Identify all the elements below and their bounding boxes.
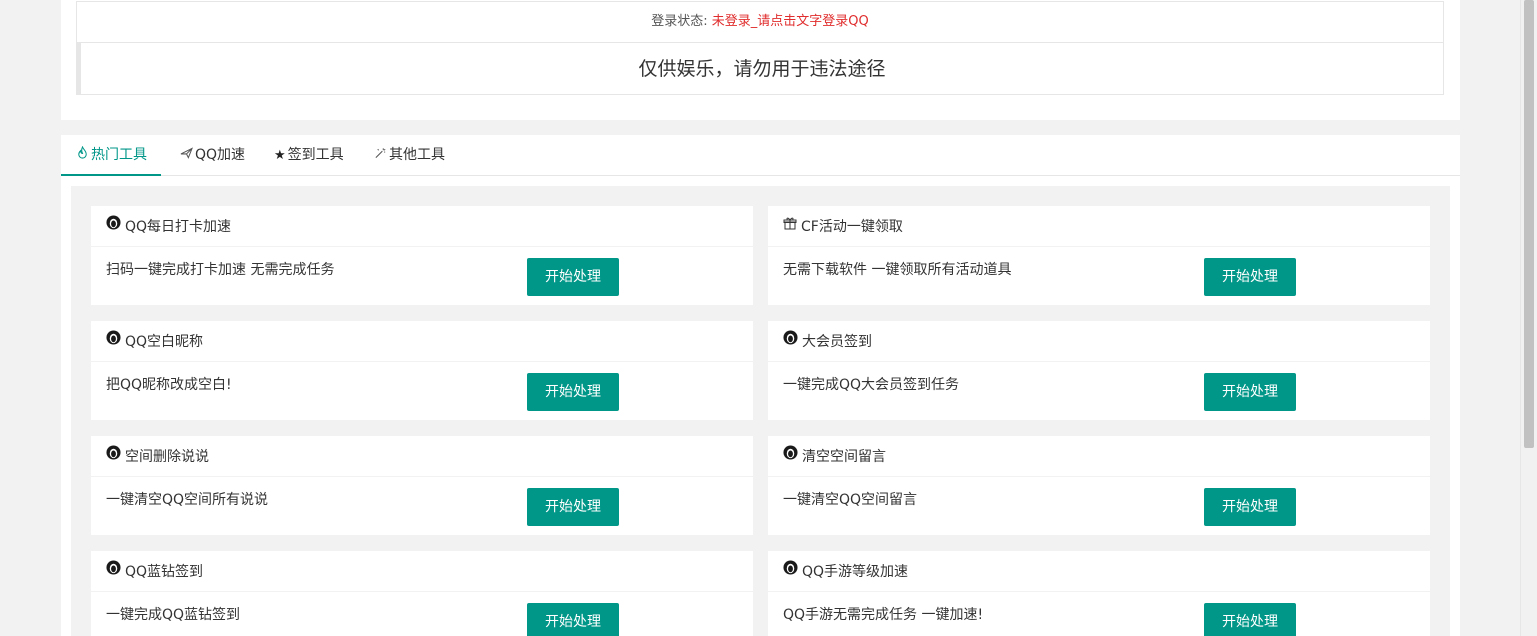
tab-label: 其他工具	[389, 147, 445, 163]
qq-penguin-icon	[106, 435, 121, 477]
card-description: 一键完成QQ大会员签到任务	[783, 377, 960, 393]
vertical-scrollbar[interactable]	[1520, 0, 1537, 636]
card-title-text: 空间删除说说	[125, 449, 209, 465]
tab-label: QQ加速	[195, 147, 246, 163]
qq-penguin-icon	[106, 550, 121, 592]
scrollbar-thumb[interactable]	[1524, 0, 1534, 448]
card-title-text: CF活动一键领取	[801, 219, 903, 235]
tools-panel: 热门工具 QQ加速 ★ 签到工具 其他工具 QQ每日打卡加速 扫码一键完成打卡加…	[61, 135, 1460, 636]
fire-icon	[76, 135, 89, 175]
card-description: 一键清空QQ空间留言	[783, 492, 918, 508]
tool-card: 大会员签到 一键完成QQ大会员签到任务 开始处理	[768, 321, 1430, 420]
card-title: QQ手游等级加速	[768, 551, 1430, 592]
tool-card: 空间删除说说 一键清空QQ空间所有说说 开始处理	[91, 436, 753, 535]
status-box: 登录状态: 未登录_请点击文字登录QQ 仅供娱乐，请勿用于违法途径	[76, 1, 1444, 95]
page: 登录状态: 未登录_请点击文字登录QQ 仅供娱乐，请勿用于违法途径 热门工具 Q…	[0, 0, 1537, 636]
login-status-label: 登录状态:	[651, 14, 712, 29]
qq-penguin-icon	[783, 435, 798, 477]
tool-card: QQ手游等级加速 QQ手游无需完成任务 一键加速! 开始处理	[768, 551, 1430, 636]
tool-card: CF活动一键领取 无需下载软件 一键领取所有活动道具 开始处理	[768, 206, 1430, 305]
tab-signin-tools[interactable]: ★ 签到工具	[274, 135, 344, 175]
card-title: QQ空白昵称	[91, 321, 753, 362]
card-body: 无需下载软件 一键领取所有活动道具 开始处理	[768, 247, 1430, 305]
tool-card: QQ蓝钻签到 一键完成QQ蓝钻签到 开始处理	[91, 551, 753, 636]
star-icon: ★	[274, 148, 286, 163]
card-title: 清空空间留言	[768, 436, 1430, 477]
card-title-text: QQ每日打卡加速	[125, 219, 232, 235]
card-body: 把QQ昵称改成空白! 开始处理	[91, 362, 753, 420]
card-title-text: 大会员签到	[802, 334, 872, 350]
card-title-text: QQ手游等级加速	[802, 564, 909, 580]
card-title-text: QQ空白昵称	[125, 334, 204, 350]
card-body: QQ手游无需完成任务 一键加速! 开始处理	[768, 592, 1430, 636]
start-process-button[interactable]: 开始处理	[527, 258, 619, 296]
gift-icon	[783, 205, 797, 247]
card-title-text: 清空空间留言	[802, 449, 886, 465]
card-body: 一键清空QQ空间留言 开始处理	[768, 477, 1430, 535]
start-process-button[interactable]: 开始处理	[1204, 258, 1296, 296]
tab-content-hot-tools: QQ每日打卡加速 扫码一键完成打卡加速 无需完成任务 开始处理 CF活动一键领取…	[71, 186, 1450, 636]
tool-tabs: 热门工具 QQ加速 ★ 签到工具 其他工具	[61, 135, 1460, 176]
card-description: 一键完成QQ蓝钻签到	[106, 607, 241, 623]
card-description: 一键清空QQ空间所有说说	[106, 492, 269, 508]
card-body: 一键完成QQ大会员签到任务 开始处理	[768, 362, 1430, 420]
tab-label: 热门工具	[91, 147, 147, 163]
card-description: 扫码一键完成打卡加速 无需完成任务	[106, 262, 335, 278]
qq-penguin-icon	[106, 205, 121, 247]
tool-card: QQ空白昵称 把QQ昵称改成空白! 开始处理	[91, 321, 753, 420]
tool-card: QQ每日打卡加速 扫码一键完成打卡加速 无需完成任务 开始处理	[91, 206, 753, 305]
card-title: 大会员签到	[768, 321, 1430, 362]
tab-hot-tools[interactable]: 热门工具	[61, 135, 161, 176]
tool-card: 清空空间留言 一键清空QQ空间留言 开始处理	[768, 436, 1430, 535]
card-body: 一键完成QQ蓝钻签到 开始处理	[91, 592, 753, 636]
card-title: QQ蓝钻签到	[91, 551, 753, 592]
notice-text: 仅供娱乐，请勿用于违法途径	[77, 43, 1443, 95]
card-body: 一键清空QQ空间所有说说 开始处理	[91, 477, 753, 535]
card-body: 扫码一键完成打卡加速 无需完成任务 开始处理	[91, 247, 753, 305]
card-title: 空间删除说说	[91, 436, 753, 477]
qq-penguin-icon	[783, 550, 798, 592]
card-description: 无需下载软件 一键领取所有活动道具	[783, 262, 1012, 278]
tab-other-tools[interactable]: 其他工具	[374, 135, 445, 175]
qq-penguin-icon	[106, 320, 121, 362]
login-status-link[interactable]: 未登录_请点击文字登录QQ	[712, 14, 869, 29]
login-status: 登录状态: 未登录_请点击文字登录QQ	[77, 2, 1443, 43]
card-description: QQ手游无需完成任务 一键加速!	[783, 607, 984, 623]
start-process-button[interactable]: 开始处理	[1204, 373, 1296, 411]
paper-plane-icon	[180, 135, 194, 175]
card-description: 把QQ昵称改成空白!	[106, 377, 232, 393]
tab-label: 签到工具	[287, 147, 344, 163]
magic-wand-icon	[374, 135, 387, 175]
start-process-button[interactable]: 开始处理	[1204, 603, 1296, 636]
start-process-button[interactable]: 开始处理	[1204, 488, 1296, 526]
card-title: QQ每日打卡加速	[91, 206, 753, 247]
status-panel: 登录状态: 未登录_请点击文字登录QQ 仅供娱乐，请勿用于违法途径	[61, 0, 1460, 120]
card-title: CF活动一键领取	[768, 206, 1430, 247]
card-title-text: QQ蓝钻签到	[125, 564, 204, 580]
tab-qq-speedup[interactable]: QQ加速	[180, 135, 245, 175]
start-process-button[interactable]: 开始处理	[527, 603, 619, 636]
qq-penguin-icon	[783, 320, 798, 362]
start-process-button[interactable]: 开始处理	[527, 373, 619, 411]
start-process-button[interactable]: 开始处理	[527, 488, 619, 526]
